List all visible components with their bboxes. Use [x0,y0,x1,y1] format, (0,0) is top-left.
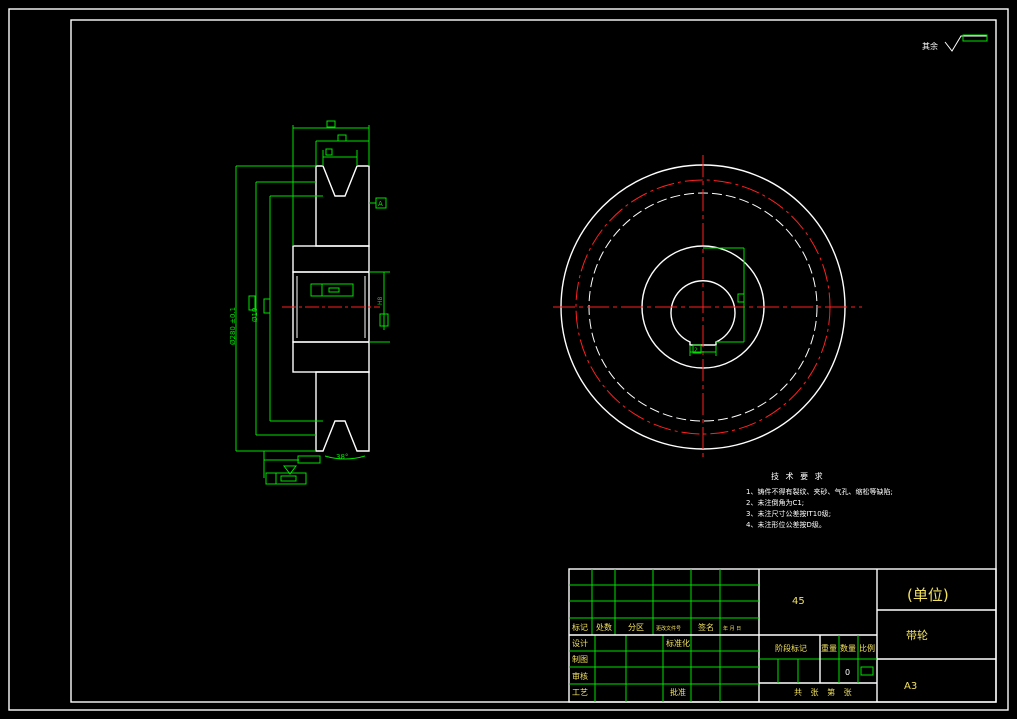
rim-upper-section [315,165,370,247]
end-view: 2 [553,155,862,460]
label-change-doc: 更改文件号 [656,625,681,632]
groove-angle-label: 38° [336,453,348,461]
key-width-label: 2 [694,347,698,354]
fit-label-a: H8 [377,296,384,305]
weight-value: 0 [845,668,850,677]
label-approve: 批准 [670,687,686,697]
label-mark: 标记 [572,622,588,632]
roughness-check-icon [944,35,987,52]
section-view: Ø280 ±0.1 Ø10 H8 A 38° [229,120,390,485]
label-signature: 签名 [698,622,714,632]
label-date: 年 月 日 [723,625,741,632]
label-designer: 设计 [572,638,588,648]
hub-upper-section [292,245,370,273]
label-process: 工艺 [572,688,588,697]
part-name: 带轮 [906,628,928,642]
label-stage-mark: 阶段标记 [775,643,807,653]
datum-a-marker: A [369,197,387,209]
label-weight: 重量 [821,643,837,653]
label-count: 处数 [596,622,612,632]
scale-value-box [860,666,874,676]
label-scale: 比例 [859,643,875,653]
cad-drawing-canvas: 其余 Ø280 ±0.1 Ø10 H8 A 38° 2 技 术 要 求 1、铸件… [8,8,1009,711]
label-zone: 分区 [628,623,644,632]
tech-requirements-title: 技 术 要 求 [771,471,825,481]
label-standardization: 标准化 [666,638,690,648]
label-drafting: 制图 [572,654,588,664]
label-review: 审核 [572,671,588,681]
tech-requirement-3: 3、未注尺寸公差按IT10级; [746,509,831,518]
tech-requirement-4: 4、未注形位公差按D级。 [746,520,826,529]
label-quantity: 数量 [840,643,856,653]
inner-frame [70,19,997,703]
rim-lower-section [315,371,370,452]
outer-diameter-label: Ø280 ±0.1 [229,307,237,345]
surface-finish-label: 其余 [922,41,938,51]
hub-lower-section [292,341,370,373]
tech-requirements: 技 术 要 求 1、铸件不得有裂纹、夹砂、气孔、缩松等缺陷; 2、未注倒角为C1… [746,471,893,529]
material-value: 45 [792,596,805,607]
tolerance-frame-bore [310,283,354,297]
sheet-size: A3 [904,681,917,692]
sheet-count: 共 张 第 张 [794,687,855,697]
tolerance-frame-runout [265,472,307,485]
tech-requirement-2: 2、未注倒角为C1; [746,498,804,507]
title-block: 标记 处数 分区 更改文件号 签名 年 月 日 设计 标准化 制图 审核 工艺 … [568,568,997,703]
unit-label: (单位) [907,586,949,604]
datum-label: A [378,200,383,208]
tech-requirement-1: 1、铸件不得有裂纹、夹砂、气孔、缩松等缺陷; [746,487,893,496]
surface-finish-symbol: 其余 [922,34,988,52]
outer-border [8,8,1009,711]
